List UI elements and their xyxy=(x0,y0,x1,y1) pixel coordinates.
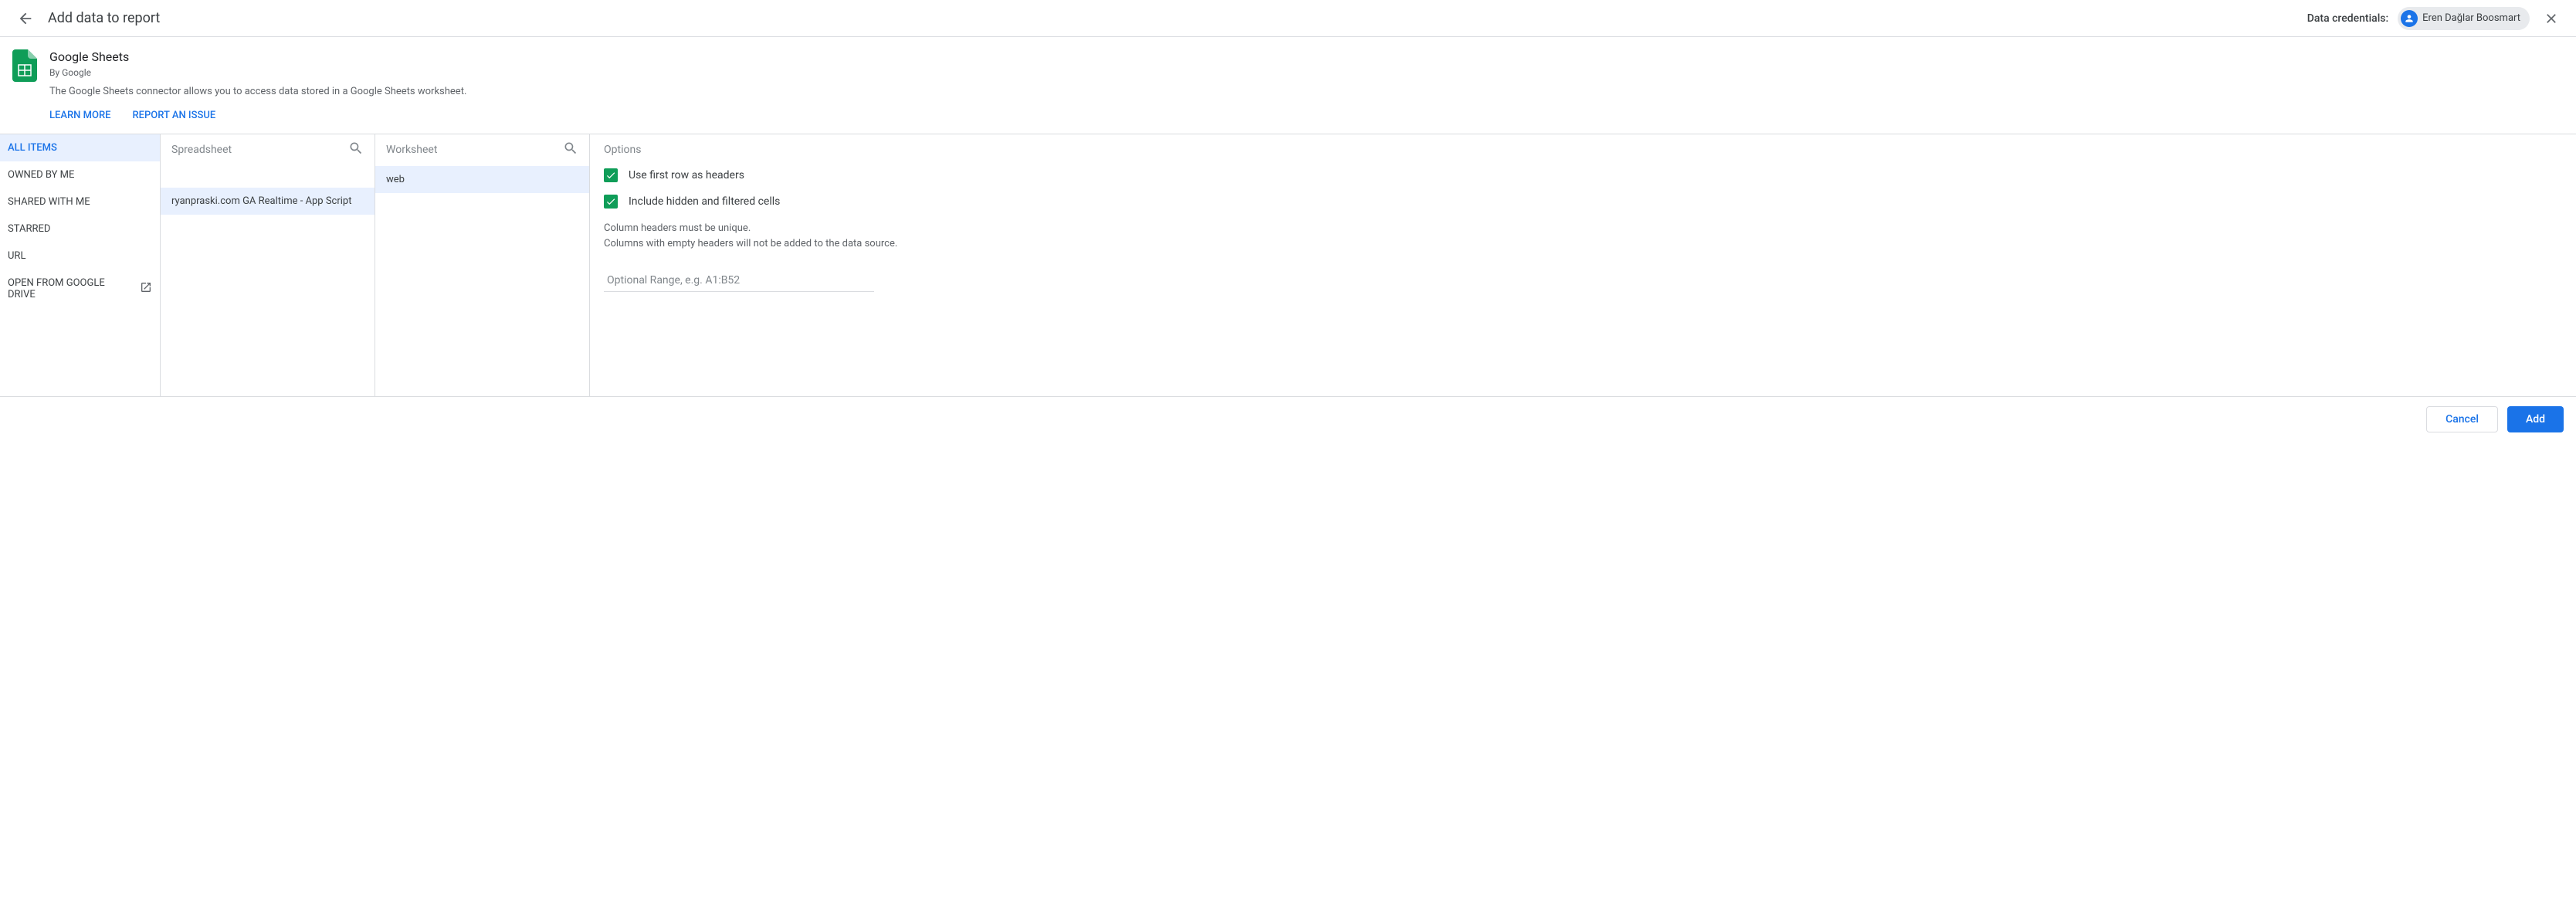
dialog-title: Add data to report xyxy=(48,10,160,26)
add-button[interactable]: Add xyxy=(2507,406,2564,432)
check-icon xyxy=(605,170,616,181)
options-panel: Options Use first row as headers Include… xyxy=(590,134,2576,396)
options-title: Options xyxy=(604,144,2562,156)
sidebar-item-owned-by-me[interactable]: OWNED BY ME xyxy=(0,161,160,188)
source-sidebar: ALL ITEMS OWNED BY ME SHARED WITH ME STA… xyxy=(0,134,161,396)
report-issue-link[interactable]: REPORT AN ISSUE xyxy=(132,110,215,121)
avatar xyxy=(2401,10,2418,27)
connector-info: Google Sheets By Google The Google Sheet… xyxy=(0,37,2576,134)
sidebar-item-url[interactable]: URL xyxy=(0,242,160,270)
search-icon[interactable] xyxy=(563,141,578,159)
spreadsheet-column-label: Spreadsheet xyxy=(171,144,232,156)
connector-name: Google Sheets xyxy=(49,49,466,64)
worksheet-column-label: Worksheet xyxy=(386,144,437,156)
credentials-label: Data credentials: xyxy=(2307,12,2388,25)
optional-range-input[interactable] xyxy=(604,270,874,292)
user-name: Eren Dağlar Boosmart xyxy=(2422,12,2520,24)
connector-author: By Google xyxy=(49,67,466,78)
connector-description: The Google Sheets connector allows you t… xyxy=(49,86,466,97)
sidebar-item-open-drive[interactable]: OPEN FROM GOOGLE DRIVE xyxy=(0,270,160,308)
checkbox-first-row-label: Use first row as headers xyxy=(629,169,744,181)
sidebar-item-shared-with-me[interactable]: SHARED WITH ME xyxy=(0,188,160,215)
back-arrow-icon xyxy=(17,10,34,27)
selection-panels: ALL ITEMS OWNED BY ME SHARED WITH ME STA… xyxy=(0,134,2576,397)
checkbox-first-row-headers[interactable] xyxy=(604,168,618,182)
worksheet-column: Worksheet web xyxy=(375,134,590,396)
close-icon xyxy=(2544,11,2559,26)
back-button[interactable] xyxy=(12,5,39,32)
user-chip[interactable]: Eren Dağlar Boosmart xyxy=(2398,7,2530,30)
google-sheets-icon xyxy=(12,49,37,80)
spreadsheet-column: Spreadsheet ryanpraski.com GA Realtime -… xyxy=(161,134,375,396)
spreadsheet-item[interactable]: ryanpraski.com GA Realtime - App Script xyxy=(161,188,375,215)
sidebar-item-label: OPEN FROM GOOGLE DRIVE xyxy=(8,277,134,300)
open-external-icon xyxy=(140,281,152,297)
dialog-header: Add data to report Data credentials: Ere… xyxy=(0,0,2576,37)
search-icon[interactable] xyxy=(348,141,364,159)
dialog-footer: Cancel Add xyxy=(0,397,2576,442)
checkbox-include-hidden[interactable] xyxy=(604,195,618,209)
person-icon xyxy=(2404,13,2415,24)
worksheet-item[interactable]: web xyxy=(375,166,589,193)
cancel-button[interactable]: Cancel xyxy=(2426,406,2498,432)
sidebar-item-starred[interactable]: STARRED xyxy=(0,215,160,242)
learn-more-link[interactable]: LEARN MORE xyxy=(49,110,110,121)
options-note: Column headers must be unique. Columns w… xyxy=(604,221,2562,251)
close-button[interactable] xyxy=(2539,6,2564,31)
checkbox-include-hidden-label: Include hidden and filtered cells xyxy=(629,195,780,208)
sidebar-item-all-items[interactable]: ALL ITEMS xyxy=(0,134,160,161)
check-icon xyxy=(605,196,616,207)
